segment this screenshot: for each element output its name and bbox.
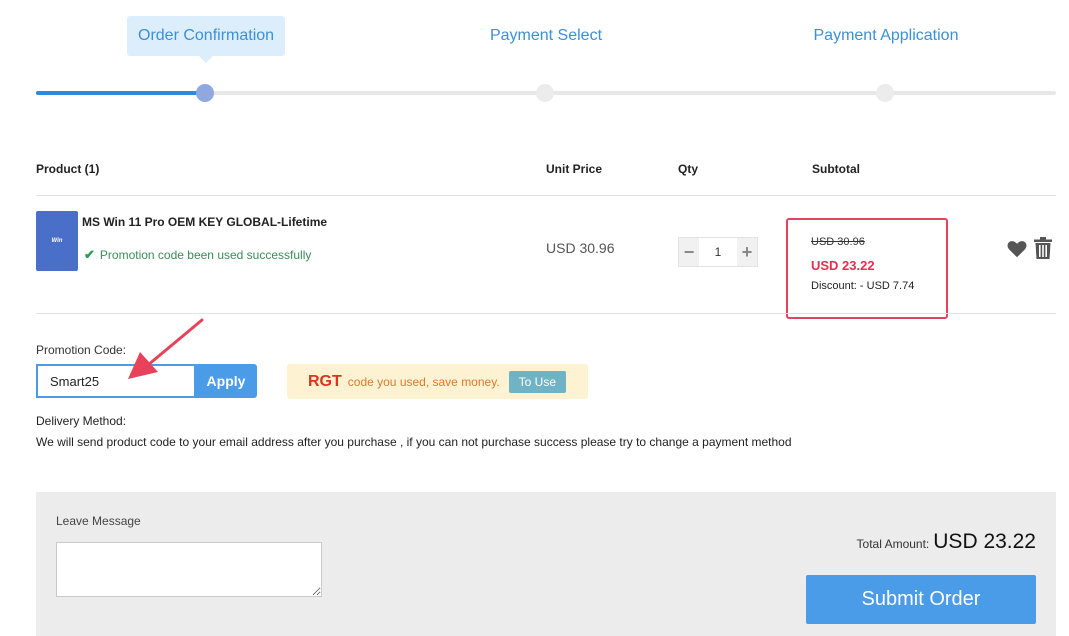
step-dot-1 <box>196 84 214 102</box>
original-price: USD 30.96 <box>811 236 865 248</box>
product-name[interactable]: MS Win 11 Pro OEM KEY GLOBAL-Lifetime <box>82 215 327 229</box>
progress-fill <box>36 91 206 95</box>
apply-button[interactable]: Apply <box>195 364 257 398</box>
qty-value[interactable]: 1 <box>699 238 737 266</box>
row-divider <box>36 313 1056 314</box>
heart-icon[interactable] <box>1006 238 1028 260</box>
total-amount-value: USD 23.22 <box>933 530 1036 553</box>
coupon-text: code you used, save money. <box>347 374 500 389</box>
header-divider <box>36 195 1056 196</box>
delivery-method-text: We will send product code to your email … <box>36 435 792 449</box>
to-use-button[interactable]: To Use <box>508 370 567 393</box>
step-dot-2 <box>536 84 554 102</box>
discount-amount: Discount: - USD 7.74 <box>811 280 915 292</box>
discounted-price: USD 23.22 <box>811 258 875 273</box>
step-payment-application[interactable]: Payment Application <box>806 16 966 56</box>
total-amount-label: Total Amount: <box>856 537 930 551</box>
qty-decrease-button[interactable]: − <box>679 238 699 266</box>
trash-icon[interactable] <box>1034 237 1052 259</box>
header-subtotal: Subtotal <box>812 162 860 176</box>
product-thumbnail[interactable]: Win <box>36 211 78 271</box>
promo-status: ✔ Promotion code been used successfully <box>84 247 311 263</box>
header-unit-price: Unit Price <box>546 162 603 176</box>
coupon-code: RGT <box>308 372 342 390</box>
header-qty: Qty <box>678 162 699 176</box>
promo-code-input[interactable] <box>36 364 196 398</box>
step-dot-3 <box>876 84 894 102</box>
header-product: Product (1) <box>36 162 100 176</box>
step-payment-select[interactable]: Payment Select <box>476 16 616 56</box>
qty-increase-button[interactable]: + <box>737 238 757 266</box>
submit-order-button[interactable]: Submit Order <box>806 575 1036 624</box>
coupon-banner: RGT code you used, save money. To Use <box>287 364 588 399</box>
total-amount: Total Amount: USD 23.22 <box>857 530 1036 554</box>
quantity-stepper: − 1 + <box>678 237 758 267</box>
leave-message-textarea[interactable] <box>56 542 322 597</box>
unit-price: USD 30.96 <box>546 240 615 256</box>
delivery-method-label: Delivery Method: <box>36 414 127 428</box>
check-icon: ✔ <box>84 247 95 262</box>
promo-code-label: Promotion Code: <box>36 343 127 357</box>
leave-message-label: Leave Message <box>56 514 141 528</box>
promo-status-text: Promotion code been used successfully <box>99 248 312 262</box>
step-order-confirmation[interactable]: Order Confirmation <box>127 16 286 63</box>
